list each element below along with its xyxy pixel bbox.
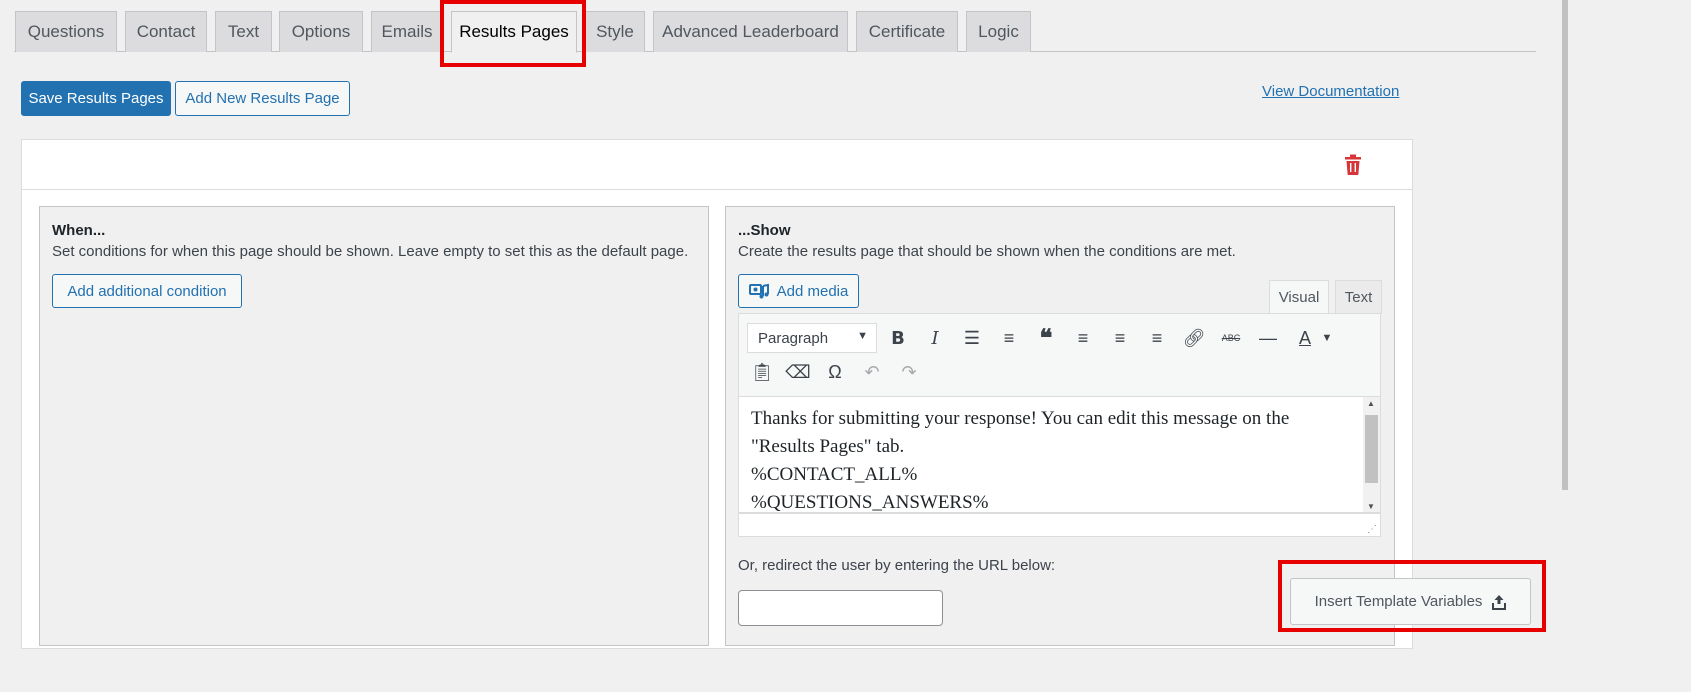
when-title: When... bbox=[52, 222, 106, 239]
italic-icon[interactable]: I bbox=[920, 323, 950, 353]
bullet-list-icon[interactable]: ☰ bbox=[957, 323, 987, 353]
bold-icon[interactable]: B bbox=[883, 323, 913, 353]
show-description: Create the results page that should be s… bbox=[738, 243, 1236, 260]
tab-contact[interactable]: Contact bbox=[125, 11, 207, 52]
editor-toolbar: Paragraph ▼ B I ☰ ≡ ❝ ≡ ≡ ≡ 🔗︎ ABC — A ▼… bbox=[738, 313, 1381, 397]
tab-questions[interactable]: Questions bbox=[15, 11, 117, 52]
trash-icon[interactable] bbox=[1344, 154, 1362, 176]
content-line: Thanks for submitting your response! You… bbox=[751, 408, 1290, 429]
blockquote-icon[interactable]: ❝ bbox=[1031, 323, 1061, 353]
scroll-up-icon[interactable]: ▲ bbox=[1367, 399, 1375, 408]
content-line: %QUESTIONS_ANSWERS% bbox=[751, 492, 989, 513]
add-media-button[interactable]: Add media bbox=[738, 274, 859, 308]
text-color-icon[interactable]: A bbox=[1290, 323, 1320, 353]
text-color-dropdown-icon[interactable]: ▼ bbox=[1317, 323, 1337, 353]
clear-formatting-icon[interactable]: ⌫ bbox=[783, 357, 813, 387]
format-select-value: Paragraph bbox=[758, 329, 829, 347]
tab-options[interactable]: Options bbox=[279, 11, 363, 52]
card-header bbox=[22, 140, 1412, 190]
media-icon bbox=[748, 283, 769, 299]
redirect-label: Or, redirect the user by entering the UR… bbox=[738, 557, 1056, 574]
when-description: Set conditions for when this page should… bbox=[52, 243, 689, 260]
tab-certificate[interactable]: Certificate bbox=[856, 11, 958, 52]
scroll-down-icon[interactable]: ▼ bbox=[1367, 502, 1375, 511]
numbered-list-icon[interactable]: ≡ bbox=[994, 323, 1024, 353]
content-line: %CONTACT_ALL% bbox=[751, 464, 918, 485]
view-documentation-link[interactable]: View Documentation bbox=[1262, 83, 1399, 100]
redo-icon[interactable]: ↷ bbox=[894, 357, 924, 387]
add-additional-condition-button[interactable]: Add additional condition bbox=[52, 274, 242, 308]
editor-scroll-thumb[interactable] bbox=[1365, 415, 1378, 483]
align-right-icon[interactable]: ≡ bbox=[1142, 323, 1172, 353]
when-panel bbox=[39, 206, 709, 646]
highlight-results-tab bbox=[440, 0, 586, 67]
editor-text: Thanks for submitting your response! You… bbox=[751, 405, 1361, 513]
add-media-label: Add media bbox=[776, 282, 849, 300]
content-line: "Results Pages" tab. bbox=[751, 436, 905, 457]
settings-tabs: Questions Contact Text Options Emails Re… bbox=[14, 10, 1536, 53]
horizontal-line-icon[interactable]: — bbox=[1253, 323, 1283, 353]
align-left-icon[interactable]: ≡ bbox=[1068, 323, 1098, 353]
chevron-down-icon: ▼ bbox=[857, 330, 868, 342]
tab-advanced-leaderboard[interactable]: Advanced Leaderboard bbox=[653, 11, 848, 52]
page-scrollbar[interactable] bbox=[1562, 0, 1568, 490]
format-select[interactable]: Paragraph ▼ bbox=[747, 323, 877, 353]
editor-scrollbar[interactable]: ▲ ▼ bbox=[1363, 397, 1380, 512]
tab-text-editor[interactable]: Text bbox=[1335, 280, 1382, 314]
editor-content[interactable]: Thanks for submitting your response! You… bbox=[738, 397, 1381, 513]
special-character-icon[interactable]: Ω bbox=[820, 357, 850, 387]
save-results-pages-button[interactable]: Save Results Pages bbox=[21, 81, 171, 116]
align-center-icon[interactable]: ≡ bbox=[1105, 323, 1135, 353]
paste-as-text-icon[interactable]: 📋︎ bbox=[747, 357, 777, 387]
tab-text[interactable]: Text bbox=[215, 11, 272, 52]
tab-style[interactable]: Style bbox=[585, 11, 645, 52]
resize-handle-icon[interactable]: ⋰ bbox=[1367, 524, 1377, 535]
tab-emails[interactable]: Emails bbox=[371, 11, 443, 52]
undo-icon[interactable]: ↶ bbox=[857, 357, 887, 387]
link-icon[interactable]: 🔗︎ bbox=[1179, 323, 1209, 353]
show-title: ...Show bbox=[738, 222, 791, 239]
highlight-insert-template bbox=[1278, 560, 1546, 632]
strikethrough-icon[interactable]: ABC bbox=[1216, 323, 1246, 353]
tab-logic[interactable]: Logic bbox=[966, 11, 1031, 52]
add-new-results-page-button[interactable]: Add New Results Page bbox=[175, 81, 350, 116]
tab-visual[interactable]: Visual bbox=[1269, 280, 1329, 314]
redirect-url-input[interactable] bbox=[738, 590, 943, 626]
editor-resize-bar[interactable]: ⋰ bbox=[738, 513, 1381, 537]
